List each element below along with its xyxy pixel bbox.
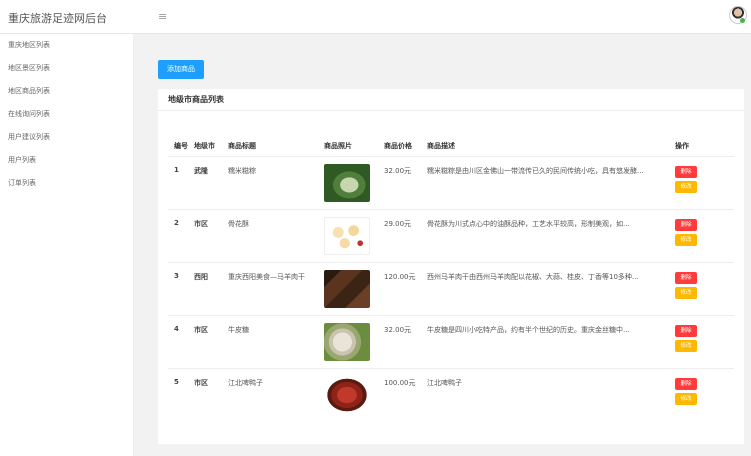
header-desc: 商品描述 [427,142,455,150]
edit-button[interactable]: 修改 [675,340,697,352]
cell-city: 市区 [194,220,208,228]
top-bar: 重庆旅游足迹网后台 ≡ [0,0,751,34]
edit-button[interactable]: 修改 [675,287,697,299]
cell-no: 5 [174,378,179,386]
delete-button[interactable]: 删除 [675,378,697,390]
cell-op: 删除 修改 [675,219,715,246]
header-price: 商品价格 [384,142,412,150]
header-no: 编号 [174,142,188,150]
cell-no: 3 [174,272,179,280]
app-title: 重庆旅游足迹网后台 [8,12,107,25]
menu-toggle-icon[interactable]: ≡ [158,10,167,23]
cell-op: 删除 修改 [675,325,715,352]
delete-button[interactable]: 删除 [675,325,697,337]
cell-no: 4 [174,325,179,333]
delete-button[interactable]: 删除 [675,219,697,231]
product-photo [324,323,370,361]
cell-price: 29.00元 [384,220,412,228]
cell-title: 牛皮糖 [228,326,249,334]
product-photo [324,217,370,255]
table-row: 2 市区 骨花酥 29.00元 骨花酥为川式点心中的油酥品种，工艺水平较高，形制… [168,210,734,263]
cell-image [324,270,384,308]
cell-desc: 骨花酥为川式点心中的油酥品种，工艺水平较高，形制美观，如... [427,220,630,228]
cell-no: 2 [174,219,179,227]
main-content: 添加商品 地级市商品列表 编号 地级市 商品标题 商品照片 商品价格 商品描述 … [135,34,751,456]
sidebar-item-orders[interactable]: 订单列表 [0,172,133,195]
cell-image [324,164,384,202]
cell-price: 120.00元 [384,273,416,281]
delete-button[interactable]: 删除 [675,272,697,284]
cell-no: 1 [174,166,179,174]
cell-title: 骨花酥 [228,220,249,228]
product-list-card: 地级市商品列表 编号 地级市 商品标题 商品照片 商品价格 商品描述 操作 1 … [158,89,744,444]
online-status-icon [740,18,745,23]
avatar[interactable] [729,6,747,24]
product-photo [324,270,370,308]
product-photo [324,376,370,414]
table-row: 3 西阳 重庆西阳美食—马羊肉干 120.00元 西州马羊肉干由西州马羊肉配以花… [168,263,734,316]
edit-button[interactable]: 修改 [675,393,697,405]
sidebar-item-products[interactable]: 地区商品列表 [0,80,133,103]
table-header: 编号 地级市 商品标题 商品照片 商品价格 商品描述 操作 [168,123,734,157]
sidebar-item-inquiries[interactable]: 在线询问列表 [0,103,133,126]
edit-button[interactable]: 修改 [675,181,697,193]
sidebar-item-users[interactable]: 用户列表 [0,149,133,172]
header-image: 商品照片 [324,142,352,150]
cell-image [324,376,384,414]
cell-desc: 牛皮糖是四川小吃特产品，约有半个世纪的历史。重庆金丝糖中... [427,326,630,334]
sidebar-item-regions[interactable]: 重庆地区列表 [0,34,133,57]
cell-image [324,217,384,255]
delete-button[interactable]: 删除 [675,166,697,178]
sidebar-item-suggestions[interactable]: 用户建议列表 [0,126,133,149]
cell-price: 100.00元 [384,379,416,387]
table-row: 4 市区 牛皮糖 32.00元 牛皮糖是四川小吃特产品，约有半个世纪的历史。重庆… [168,316,734,369]
product-table: 编号 地级市 商品标题 商品照片 商品价格 商品描述 操作 1 武隆 糯米糍粽 … [168,123,734,422]
cell-price: 32.00元 [384,167,412,175]
card-title: 地级市商品列表 [158,89,744,111]
header-city: 地级市 [194,142,215,150]
cell-city: 市区 [194,326,208,334]
cell-desc: 糯米糍粽是由川区金佛山一带流传已久的民间传统小吃，具有悠发酵... [427,167,644,175]
table-row: 5 市区 江北啤鸭子 100.00元 江北啤鸭子 删除 修改 [168,369,734,422]
cell-desc: 江北啤鸭子 [427,379,462,387]
cell-city: 西阳 [194,273,208,281]
edit-button[interactable]: 修改 [675,234,697,246]
cell-city: 市区 [194,379,208,387]
header-op: 操作 [675,142,689,150]
cell-op: 删除 修改 [675,378,715,405]
cell-image [324,323,384,361]
cell-city: 武隆 [194,167,208,175]
cell-title: 重庆西阳美食—马羊肉干 [228,273,305,281]
product-photo [324,164,370,202]
cell-title: 江北啤鸭子 [228,379,263,387]
cell-op: 删除 修改 [675,166,715,193]
header-title: 商品标题 [228,142,256,150]
sidebar: 重庆地区列表 地区景区列表 地区商品列表 在线询问列表 用户建议列表 用户列表 … [0,34,134,456]
cell-price: 32.00元 [384,326,412,334]
sidebar-item-scenic-spots[interactable]: 地区景区列表 [0,57,133,80]
cell-title: 糯米糍粽 [228,167,256,175]
table-row: 1 武隆 糯米糍粽 32.00元 糯米糍粽是由川区金佛山一带流传已久的民间传统小… [168,157,734,210]
cell-op: 删除 修改 [675,272,715,299]
cell-desc: 西州马羊肉干由西州马羊肉配以花椒、大蒜、桂皮、丁香等10多种... [427,273,639,281]
add-product-button[interactable]: 添加商品 [158,60,204,79]
